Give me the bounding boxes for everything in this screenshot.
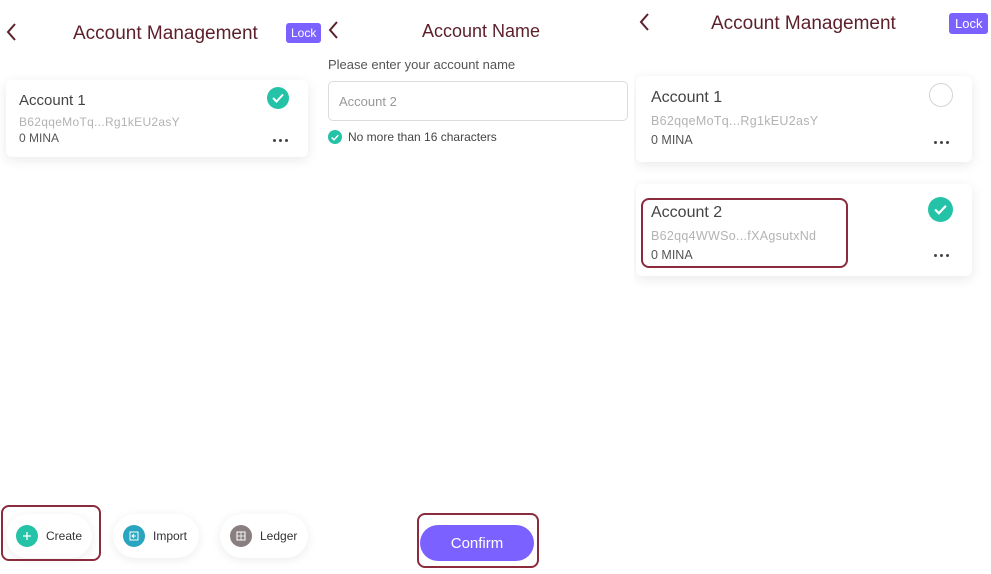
hint-text: No more than 16 characters [348, 130, 497, 144]
validation-hint: No more than 16 characters [328, 130, 497, 144]
account-balance: 0 MINA [19, 131, 60, 145]
account-management-screen: Account Management Lock Account 1 B62qqe… [634, 0, 991, 574]
ledger-icon [230, 525, 252, 547]
create-label: Create [46, 529, 83, 543]
check-icon [328, 130, 342, 144]
more-options-icon[interactable] [273, 139, 288, 142]
account-name: Account 1 [651, 89, 723, 106]
account-card[interactable]: Account 2 B62qq4WWSo...fXAgsutxNd 0 MINA [636, 184, 972, 276]
input-label: Please enter your account name [328, 57, 516, 72]
account-balance: 0 MINA [651, 248, 693, 262]
lock-button[interactable]: Lock [949, 13, 989, 34]
account-name: Account 1 [19, 92, 86, 109]
account-address: B62qq4WWSo...fXAgsutxNd [651, 229, 817, 243]
more-options-icon[interactable] [934, 254, 949, 257]
account-name-screen: Account Name Please enter your account n… [322, 0, 634, 574]
chevron-left-icon [328, 21, 338, 39]
back-button[interactable] [323, 16, 343, 44]
back-button[interactable] [1, 18, 21, 46]
import-button[interactable]: Import [113, 514, 199, 558]
plus-icon [16, 525, 38, 547]
selected-check-icon[interactable] [928, 197, 953, 222]
account-card[interactable]: Account 1 B62qqeMoTq...Rg1kEU2asY 0 MINA [636, 76, 972, 162]
account-address: B62qqeMoTq...Rg1kEU2asY [651, 114, 819, 128]
account-balance: 0 MINA [651, 133, 693, 147]
account-name: Account 2 [651, 204, 723, 221]
import-label: Import [153, 529, 188, 543]
selected-check-icon[interactable] [267, 87, 289, 109]
page-title: Account Management [73, 23, 258, 44]
ledger-button[interactable]: Ledger [220, 514, 308, 558]
ledger-label: Ledger [260, 529, 298, 543]
confirm-button[interactable]: Confirm [420, 525, 534, 561]
more-options-icon[interactable] [934, 141, 949, 144]
page-title: Account Management [711, 13, 896, 34]
account-address: B62qqeMoTq...Rg1kEU2asY [19, 115, 180, 129]
account-card[interactable]: Account 1 B62qqeMoTq...Rg1kEU2asY 0 MINA [6, 80, 308, 157]
import-icon [123, 525, 145, 547]
account-management-screen: Account Management Lock Account 1 B62qqe… [0, 0, 322, 574]
lock-button[interactable]: Lock [286, 23, 322, 43]
chevron-left-icon [6, 23, 16, 41]
account-name-input[interactable] [328, 81, 628, 121]
create-button[interactable]: Create [6, 514, 92, 558]
chevron-left-icon [639, 13, 649, 31]
page-title: Account Name [422, 21, 541, 41]
back-button[interactable] [634, 8, 654, 36]
unselected-radio-icon[interactable] [929, 83, 953, 107]
